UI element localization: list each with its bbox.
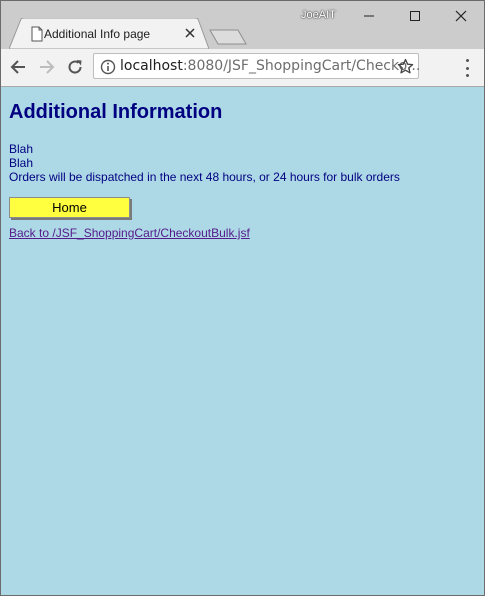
page-icon — [31, 26, 43, 42]
tab-close-button[interactable] — [183, 26, 197, 40]
info-icon[interactable] — [100, 59, 116, 75]
body-text-line: Blah — [9, 142, 34, 156]
close-icon — [455, 10, 467, 22]
home-button[interactable]: Home — [9, 197, 130, 218]
back-button[interactable] — [7, 56, 29, 78]
maximize-button[interactable] — [392, 1, 438, 31]
body-text-line: Blah — [9, 156, 34, 170]
profile-name-label[interactable]: JoeAIT — [301, 9, 336, 21]
back-link[interactable]: Back to /JSF_ShoppingCart/CheckoutBulk.j… — [9, 226, 250, 240]
star-icon[interactable] — [397, 58, 414, 75]
page-content: Additional Information Blah Blah Orders … — [1, 87, 484, 595]
forward-button[interactable] — [36, 56, 58, 78]
maximize-icon — [410, 11, 420, 21]
browser-window: JoeAIT Additional Info page localhost:80… — [0, 0, 485, 596]
address-bar[interactable]: localhost:8080/JSF_ShoppingCart/Checko..… — [93, 53, 420, 79]
url-host: localhost — [120, 58, 183, 74]
tab-additional-info[interactable]: Additional Info page — [9, 18, 209, 49]
minimize-icon — [364, 15, 374, 17]
browser-menu-icon[interactable] — [459, 59, 475, 77]
minimize-button[interactable] — [346, 1, 392, 31]
new-tab-button[interactable] — [206, 25, 250, 47]
page-title: Additional Information — [9, 101, 223, 123]
close-icon — [185, 28, 195, 38]
arrow-right-icon — [40, 60, 55, 74]
url-text[interactable]: localhost:8080/JSF_ShoppingCart/Checko..… — [120, 58, 420, 74]
url-rest: :8080/JSF_ShoppingCart/Checko... — [182, 58, 421, 74]
tab-title: Additional Info page — [44, 27, 151, 41]
reload-button[interactable] — [64, 56, 86, 78]
dispatch-notice: Orders will be dispatched in the next 48… — [9, 170, 400, 184]
arrow-left-icon — [10, 60, 25, 74]
browser-toolbar: localhost:8080/JSF_ShoppingCart/Checko..… — [1, 49, 484, 87]
reload-icon — [68, 60, 82, 74]
close-window-button[interactable] — [438, 1, 484, 31]
title-bar: JoeAIT Additional Info page — [1, 1, 484, 49]
